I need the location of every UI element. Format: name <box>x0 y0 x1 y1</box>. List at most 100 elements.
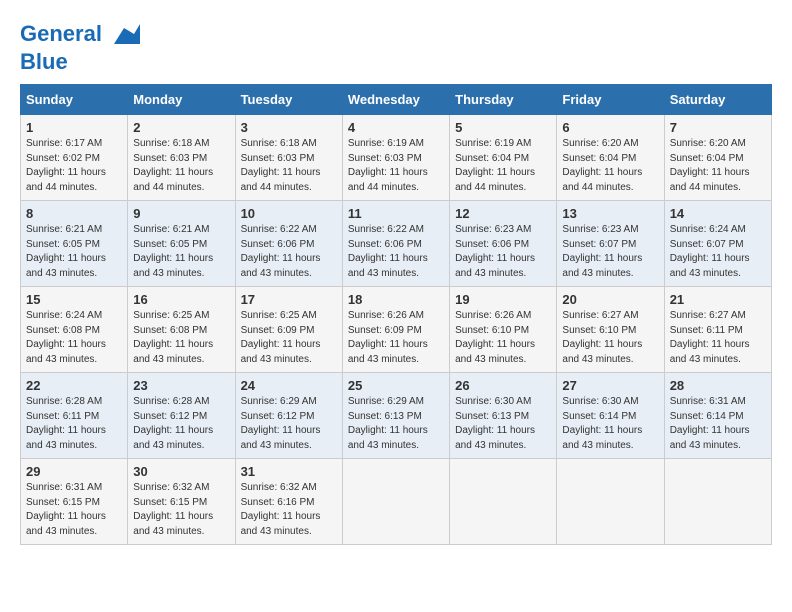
calendar-cell: 26 Sunrise: 6:30 AMSunset: 6:13 PMDaylig… <box>450 373 557 459</box>
day-info: Sunrise: 6:20 AMSunset: 6:04 PMDaylight:… <box>562 137 658 195</box>
calendar-cell: 10 Sunrise: 6:22 AMSunset: 6:06 PMDaylig… <box>235 201 342 287</box>
day-info: Sunrise: 6:26 AMSunset: 6:09 PMDaylight:… <box>348 309 444 367</box>
day-info: Sunrise: 6:23 AMSunset: 6:06 PMDaylight:… <box>455 223 551 281</box>
calendar-week-row: 29 Sunrise: 6:31 AMSunset: 6:15 PMDaylig… <box>21 459 772 545</box>
day-number: 18 <box>348 292 444 307</box>
day-info: Sunrise: 6:22 AMSunset: 6:06 PMDaylight:… <box>348 223 444 281</box>
day-number: 5 <box>455 120 551 135</box>
calendar-table: SundayMondayTuesdayWednesdayThursdayFrid… <box>20 84 772 545</box>
day-number: 28 <box>670 378 766 393</box>
day-number: 17 <box>241 292 337 307</box>
calendar-header-row: SundayMondayTuesdayWednesdayThursdayFrid… <box>21 85 772 115</box>
day-number: 2 <box>133 120 229 135</box>
calendar-cell <box>450 459 557 545</box>
calendar-cell: 24 Sunrise: 6:29 AMSunset: 6:12 PMDaylig… <box>235 373 342 459</box>
calendar-cell: 11 Sunrise: 6:22 AMSunset: 6:06 PMDaylig… <box>342 201 449 287</box>
day-info: Sunrise: 6:24 AMSunset: 6:07 PMDaylight:… <box>670 223 766 281</box>
day-info: Sunrise: 6:25 AMSunset: 6:08 PMDaylight:… <box>133 309 229 367</box>
day-info: Sunrise: 6:21 AMSunset: 6:05 PMDaylight:… <box>26 223 122 281</box>
day-number: 4 <box>348 120 444 135</box>
day-number: 30 <box>133 464 229 479</box>
day-info: Sunrise: 6:18 AMSunset: 6:03 PMDaylight:… <box>241 137 337 195</box>
day-number: 12 <box>455 206 551 221</box>
day-info: Sunrise: 6:19 AMSunset: 6:03 PMDaylight:… <box>348 137 444 195</box>
day-info: Sunrise: 6:30 AMSunset: 6:13 PMDaylight:… <box>455 395 551 453</box>
day-info: Sunrise: 6:23 AMSunset: 6:07 PMDaylight:… <box>562 223 658 281</box>
day-info: Sunrise: 6:28 AMSunset: 6:12 PMDaylight:… <box>133 395 229 453</box>
header-thursday: Thursday <box>450 85 557 115</box>
day-number: 15 <box>26 292 122 307</box>
calendar-cell: 2 Sunrise: 6:18 AMSunset: 6:03 PMDayligh… <box>128 115 235 201</box>
day-number: 19 <box>455 292 551 307</box>
day-info: Sunrise: 6:17 AMSunset: 6:02 PMDaylight:… <box>26 137 122 195</box>
calendar-cell: 16 Sunrise: 6:25 AMSunset: 6:08 PMDaylig… <box>128 287 235 373</box>
calendar-cell: 8 Sunrise: 6:21 AMSunset: 6:05 PMDayligh… <box>21 201 128 287</box>
calendar-cell <box>664 459 771 545</box>
header-sunday: Sunday <box>21 85 128 115</box>
day-info: Sunrise: 6:24 AMSunset: 6:08 PMDaylight:… <box>26 309 122 367</box>
day-info: Sunrise: 6:31 AMSunset: 6:14 PMDaylight:… <box>670 395 766 453</box>
day-number: 21 <box>670 292 766 307</box>
calendar-week-row: 1 Sunrise: 6:17 AMSunset: 6:02 PMDayligh… <box>21 115 772 201</box>
day-info: Sunrise: 6:32 AMSunset: 6:15 PMDaylight:… <box>133 481 229 539</box>
calendar-week-row: 8 Sunrise: 6:21 AMSunset: 6:05 PMDayligh… <box>21 201 772 287</box>
day-number: 27 <box>562 378 658 393</box>
day-number: 3 <box>241 120 337 135</box>
calendar-cell: 30 Sunrise: 6:32 AMSunset: 6:15 PMDaylig… <box>128 459 235 545</box>
calendar-cell: 29 Sunrise: 6:31 AMSunset: 6:15 PMDaylig… <box>21 459 128 545</box>
day-info: Sunrise: 6:20 AMSunset: 6:04 PMDaylight:… <box>670 137 766 195</box>
calendar-cell: 23 Sunrise: 6:28 AMSunset: 6:12 PMDaylig… <box>128 373 235 459</box>
calendar-cell: 19 Sunrise: 6:26 AMSunset: 6:10 PMDaylig… <box>450 287 557 373</box>
header-friday: Friday <box>557 85 664 115</box>
day-number: 29 <box>26 464 122 479</box>
calendar-cell: 4 Sunrise: 6:19 AMSunset: 6:03 PMDayligh… <box>342 115 449 201</box>
header-monday: Monday <box>128 85 235 115</box>
day-number: 13 <box>562 206 658 221</box>
day-number: 31 <box>241 464 337 479</box>
day-info: Sunrise: 6:18 AMSunset: 6:03 PMDaylight:… <box>133 137 229 195</box>
calendar-cell: 18 Sunrise: 6:26 AMSunset: 6:09 PMDaylig… <box>342 287 449 373</box>
day-number: 11 <box>348 206 444 221</box>
calendar-cell: 5 Sunrise: 6:19 AMSunset: 6:04 PMDayligh… <box>450 115 557 201</box>
day-info: Sunrise: 6:29 AMSunset: 6:12 PMDaylight:… <box>241 395 337 453</box>
calendar-cell: 6 Sunrise: 6:20 AMSunset: 6:04 PMDayligh… <box>557 115 664 201</box>
day-number: 22 <box>26 378 122 393</box>
logo-blue: Blue <box>20 50 140 74</box>
day-info: Sunrise: 6:27 AMSunset: 6:11 PMDaylight:… <box>670 309 766 367</box>
day-info: Sunrise: 6:27 AMSunset: 6:10 PMDaylight:… <box>562 309 658 367</box>
calendar-cell: 25 Sunrise: 6:29 AMSunset: 6:13 PMDaylig… <box>342 373 449 459</box>
day-number: 8 <box>26 206 122 221</box>
day-number: 9 <box>133 206 229 221</box>
day-info: Sunrise: 6:32 AMSunset: 6:16 PMDaylight:… <box>241 481 337 539</box>
logo-general: General <box>20 21 102 46</box>
calendar-cell: 31 Sunrise: 6:32 AMSunset: 6:16 PMDaylig… <box>235 459 342 545</box>
day-info: Sunrise: 6:28 AMSunset: 6:11 PMDaylight:… <box>26 395 122 453</box>
header-wednesday: Wednesday <box>342 85 449 115</box>
logo: General Blue <box>20 20 140 74</box>
calendar-cell: 22 Sunrise: 6:28 AMSunset: 6:11 PMDaylig… <box>21 373 128 459</box>
page-header: General Blue <box>20 20 772 74</box>
calendar-cell: 12 Sunrise: 6:23 AMSunset: 6:06 PMDaylig… <box>450 201 557 287</box>
day-info: Sunrise: 6:31 AMSunset: 6:15 PMDaylight:… <box>26 481 122 539</box>
day-info: Sunrise: 6:30 AMSunset: 6:14 PMDaylight:… <box>562 395 658 453</box>
calendar-cell: 14 Sunrise: 6:24 AMSunset: 6:07 PMDaylig… <box>664 201 771 287</box>
day-number: 25 <box>348 378 444 393</box>
calendar-week-row: 15 Sunrise: 6:24 AMSunset: 6:08 PMDaylig… <box>21 287 772 373</box>
day-number: 6 <box>562 120 658 135</box>
day-number: 24 <box>241 378 337 393</box>
day-number: 10 <box>241 206 337 221</box>
day-info: Sunrise: 6:22 AMSunset: 6:06 PMDaylight:… <box>241 223 337 281</box>
calendar-cell: 20 Sunrise: 6:27 AMSunset: 6:10 PMDaylig… <box>557 287 664 373</box>
day-number: 14 <box>670 206 766 221</box>
calendar-cell: 13 Sunrise: 6:23 AMSunset: 6:07 PMDaylig… <box>557 201 664 287</box>
day-info: Sunrise: 6:25 AMSunset: 6:09 PMDaylight:… <box>241 309 337 367</box>
calendar-cell: 7 Sunrise: 6:20 AMSunset: 6:04 PMDayligh… <box>664 115 771 201</box>
day-number: 7 <box>670 120 766 135</box>
day-number: 23 <box>133 378 229 393</box>
day-info: Sunrise: 6:26 AMSunset: 6:10 PMDaylight:… <box>455 309 551 367</box>
calendar-cell <box>557 459 664 545</box>
calendar-cell <box>342 459 449 545</box>
day-number: 1 <box>26 120 122 135</box>
header-tuesday: Tuesday <box>235 85 342 115</box>
header-saturday: Saturday <box>664 85 771 115</box>
